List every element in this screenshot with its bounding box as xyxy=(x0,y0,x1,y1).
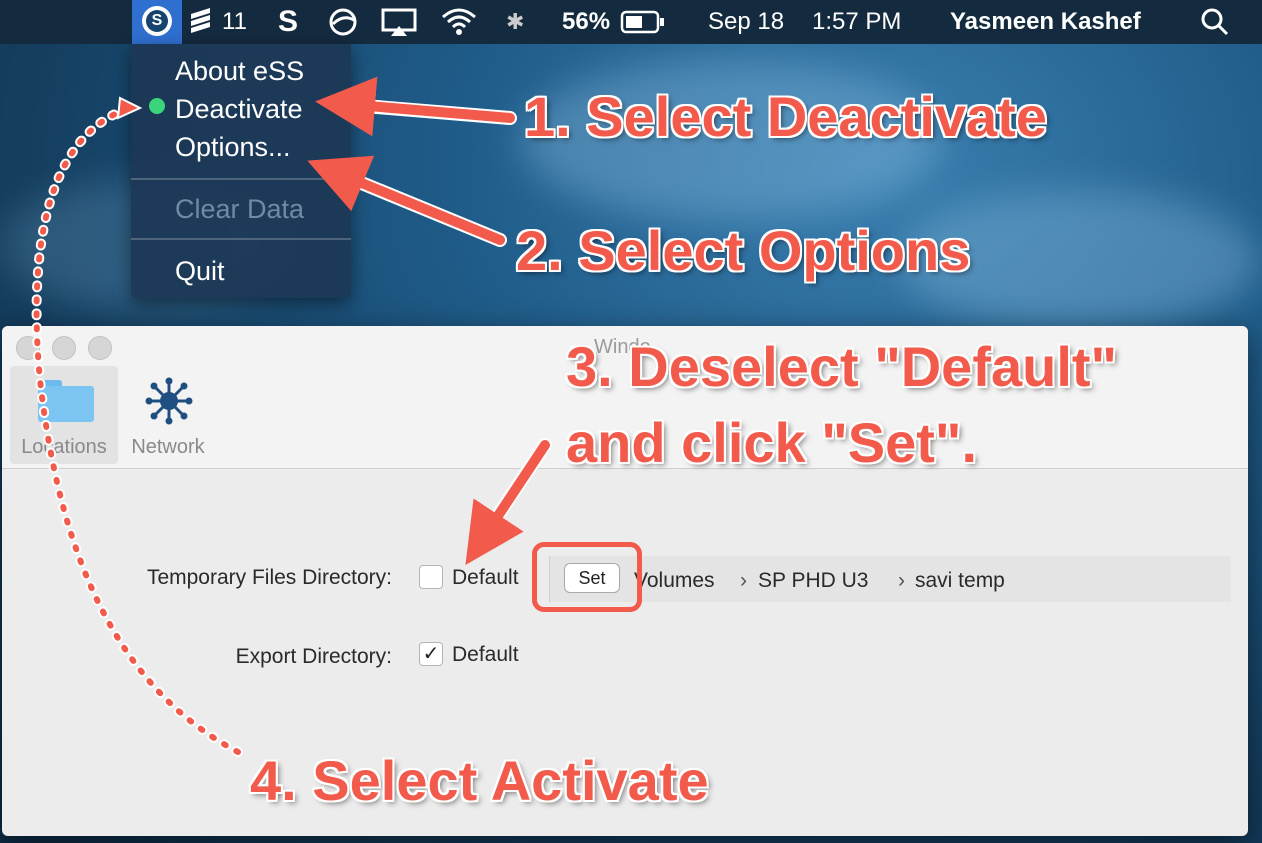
menu-bar: S 11 S ✱ 56% Sep 18 1:57 PM Yasmeen Kash… xyxy=(0,0,1262,44)
arrow-step1 xyxy=(315,76,515,137)
network-icon xyxy=(145,377,193,425)
menu-item-quit[interactable]: Quit xyxy=(175,256,225,287)
menu-item-deactivate[interactable]: Deactivate xyxy=(175,94,303,125)
minimize-button[interactable] xyxy=(52,336,76,360)
s-app-icon[interactable]: S xyxy=(278,0,298,44)
wifi-icon[interactable] xyxy=(440,0,478,44)
battery-percent[interactable]: 56% xyxy=(562,0,610,44)
annotation-step3-line2: and click "Set". xyxy=(566,411,978,474)
set-button-highlight xyxy=(532,542,642,612)
chevron-right-icon: › xyxy=(740,569,747,592)
temp-dir-label: Temporary Files Directory: xyxy=(146,566,392,589)
export-dir-label: Export Directory: xyxy=(235,645,392,668)
badge-count[interactable]: 11 xyxy=(222,0,247,44)
tab-label: Network xyxy=(131,436,205,458)
temp-default-label: Default xyxy=(452,566,519,589)
menu-time[interactable]: 1:57 PM xyxy=(812,0,901,44)
ess-logo-icon: S xyxy=(142,6,172,36)
menu-date[interactable]: Sep 18 xyxy=(708,0,784,44)
sync-icon[interactable] xyxy=(328,0,360,44)
path-segment: Volumes xyxy=(634,569,715,592)
ess-menu-extra[interactable]: S xyxy=(132,0,182,44)
menu-separator xyxy=(131,178,351,180)
bluetooth-icon[interactable]: ✱ xyxy=(506,0,524,44)
temp-default-checkbox[interactable] xyxy=(419,565,443,589)
close-button[interactable] xyxy=(16,336,40,360)
folder-icon xyxy=(38,380,94,422)
menu-item-options[interactable]: Options... xyxy=(175,132,291,163)
status-indicator xyxy=(149,98,165,114)
ess-dropdown-menu: About eSS Deactivate Options... Clear Da… xyxy=(131,44,351,298)
arrow-step2 xyxy=(307,155,505,245)
user-name[interactable]: Yasmeen Kashef xyxy=(950,0,1141,44)
spotlight-search-icon[interactable] xyxy=(1198,0,1232,44)
menu-item-about[interactable]: About eSS xyxy=(175,56,304,87)
annotation-step4: 4. Select Activate xyxy=(250,749,709,812)
annotation-step3-line1: 3. Deselect "Default" xyxy=(566,335,1118,398)
tab-label: Locations xyxy=(21,436,107,458)
annotation-step2: 2. Select Options xyxy=(516,219,971,282)
tab-locations[interactable]: Locations xyxy=(10,366,118,464)
annotation-step1: 1. Select Deactivate xyxy=(524,85,1047,148)
path-segment: SP PHD U3 xyxy=(758,569,869,592)
export-default-label: Default xyxy=(452,643,519,666)
menu-separator xyxy=(131,238,351,240)
airplay-icon[interactable] xyxy=(380,0,420,44)
zoom-button[interactable] xyxy=(88,336,112,360)
export-default-checkbox[interactable]: ✓ xyxy=(419,642,443,666)
chevron-right-icon: › xyxy=(898,569,905,592)
stack-icon[interactable] xyxy=(188,0,218,44)
path-segment: savi temp xyxy=(915,569,1005,592)
tab-network[interactable]: Network xyxy=(122,366,214,464)
battery-icon[interactable] xyxy=(620,0,666,44)
menu-item-clear-data: Clear Data xyxy=(175,194,305,224)
